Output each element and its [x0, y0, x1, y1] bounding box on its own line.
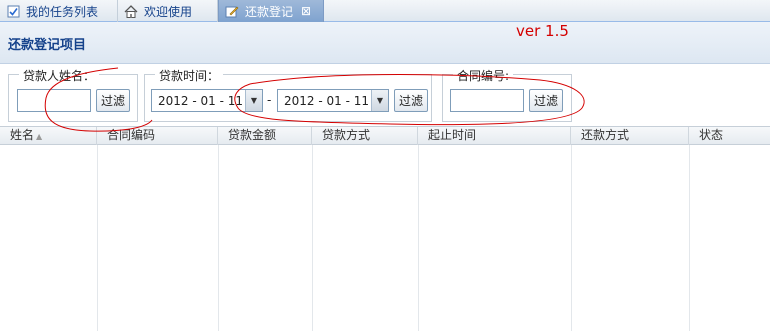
loan-time-filter-button[interactable]: 过滤: [394, 89, 428, 112]
grid-body: [0, 145, 770, 331]
filter-bar: 贷款人姓名： 过滤 贷款时间： 2012 - 01 - 11 ▼ - 2012 …: [0, 64, 770, 126]
loan-time-filter-group: 贷款时间： 2012 - 01 - 11 ▼ - 2012 - 01 - 11 …: [144, 67, 432, 122]
chevron-down-icon[interactable]: ▼: [371, 90, 388, 111]
panel-header: 还款登记项目 ver 1.5: [0, 22, 770, 64]
contract-filter-group: 合同编号: 过滤: [442, 67, 572, 122]
borrower-filter-button[interactable]: 过滤: [96, 89, 130, 112]
page-title: 还款登记项目: [8, 38, 87, 53]
tab-label: 我的任务列表: [26, 4, 99, 19]
column-header-period[interactable]: 起止时间: [418, 127, 571, 145]
tab-repayment-registration[interactable]: 还款登记 ⊠: [218, 0, 324, 22]
loan-date-to-value: 2012 - 01 - 11: [284, 94, 369, 108]
column-divider: [312, 145, 313, 331]
loan-date-from-value: 2012 - 01 - 11: [158, 94, 243, 108]
column-header-repayment-method[interactable]: 还款方式: [571, 127, 689, 145]
chevron-down-icon[interactable]: ▼: [245, 90, 262, 111]
contract-filter-legend: 合同编号:: [453, 67, 514, 84]
sort-up-icon: ▲: [36, 132, 43, 141]
close-icon[interactable]: ⊠: [301, 4, 311, 18]
column-divider: [571, 145, 572, 331]
tab-welcome[interactable]: 欢迎使用: [118, 0, 218, 22]
column-header-loan-amount[interactable]: 贷款金额: [218, 127, 312, 145]
borrower-name-input[interactable]: [17, 89, 91, 112]
tab-task-list[interactable]: 我的任务列表: [0, 0, 118, 22]
loan-time-filter-legend: 贷款时间：: [155, 67, 224, 84]
column-divider: [97, 145, 98, 331]
loan-date-from[interactable]: 2012 - 01 - 11 ▼: [151, 89, 263, 112]
column-header-contract-code[interactable]: 合同编码: [97, 127, 218, 145]
borrower-filter-legend: 贷款人姓名：: [19, 67, 100, 84]
loan-date-to[interactable]: 2012 - 01 - 11 ▼: [277, 89, 389, 112]
grid-header: 姓名 ▲ 合同编码 贷款金额 贷款方式 起止时间 还款方式 状态: [0, 126, 770, 145]
edit-icon: [225, 4, 239, 18]
tab-label: 欢迎使用: [144, 4, 193, 19]
column-header-label: 姓名: [10, 128, 35, 142]
check-list-icon: [6, 4, 20, 18]
tab-label: 还款登记: [245, 4, 294, 19]
column-divider: [689, 145, 690, 331]
column-header-status[interactable]: 状态: [689, 127, 770, 145]
column-divider: [418, 145, 419, 331]
tab-bar: 我的任务列表 欢迎使用 还款登记 ⊠: [0, 0, 770, 22]
column-header-loan-method[interactable]: 贷款方式: [312, 127, 418, 145]
column-header-name[interactable]: 姓名 ▲: [0, 127, 97, 145]
date-separator: -: [267, 93, 272, 107]
home-icon: [124, 4, 138, 18]
column-divider: [218, 145, 219, 331]
version-label: ver 1.5: [516, 22, 569, 40]
borrower-filter-group: 贷款人姓名： 过滤: [8, 67, 138, 122]
contract-number-input[interactable]: [450, 89, 524, 112]
contract-filter-button[interactable]: 过滤: [529, 89, 563, 112]
